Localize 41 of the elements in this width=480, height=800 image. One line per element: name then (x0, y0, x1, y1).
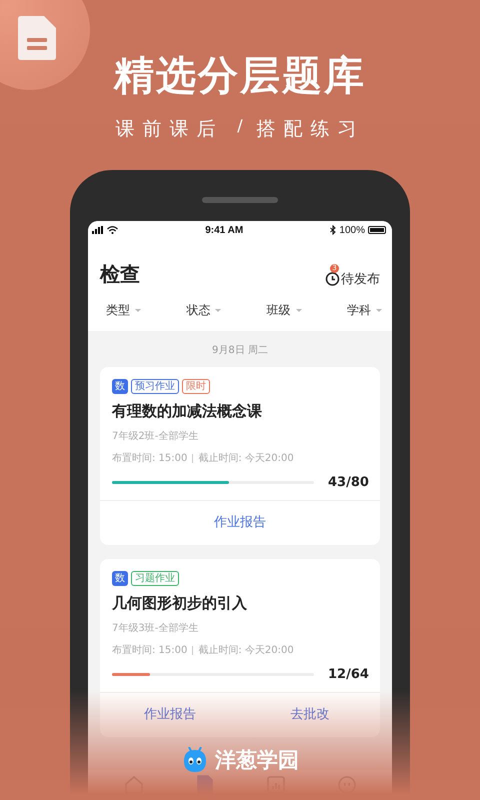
submission-count: 43/80 (328, 475, 368, 490)
caret-icon (135, 309, 141, 312)
brand-name: 洋葱学园 (215, 747, 299, 774)
filter-dropdown[interactable]: 学科 (346, 302, 382, 319)
type-tag: 限时 (182, 379, 210, 394)
promo-subtitle: 搭配练习 (256, 117, 365, 142)
battery-icon (368, 226, 386, 234)
document-icon (18, 16, 56, 60)
action-button[interactable]: 作业报告 (100, 501, 380, 545)
page-title: 检查 (100, 261, 140, 288)
date-label: 9月8日 周二 (211, 344, 269, 358)
signal-icon (92, 226, 104, 234)
deadline-time: 截止时间: 今天20:00 (198, 644, 294, 657)
status-time: 9:41 AM (205, 224, 244, 236)
wifi-icon (107, 226, 118, 234)
filter-dropdown[interactable]: 状态 (186, 302, 222, 319)
battery-percentage: 100% (339, 224, 365, 236)
subject-tag: 数 (112, 379, 128, 394)
promo-subtitle: 课前课后 (115, 117, 224, 142)
type-tag: 预习作业 (131, 379, 179, 394)
class-label: 7年级3班-全部学生 (112, 622, 200, 635)
subject-tag: 数 (112, 571, 128, 586)
assignment-title: 几何图形初步的引入 (112, 594, 248, 613)
promo-subtitle: / (237, 116, 243, 137)
caret-icon (376, 309, 382, 312)
action-button[interactable]: 去批改 (240, 693, 380, 737)
clock-icon (324, 271, 340, 286)
filter-dropdown[interactable]: 类型 (106, 302, 141, 319)
caret-icon (296, 309, 302, 312)
deadline-time: 截止时间: 今天20:00 (198, 452, 294, 465)
type-tag: 习题作业 (131, 571, 179, 586)
submission-count: 12/64 (328, 667, 368, 682)
action-button[interactable]: 作业报告 (100, 693, 240, 737)
caret-icon (215, 309, 222, 312)
assignment-title: 有理数的加减法概念课 (112, 402, 263, 421)
filter-dropdown[interactable]: 班级 (266, 302, 302, 319)
assigned-time: 布置时间: 15:00 (112, 452, 188, 465)
class-label: 7年级2班-全部学生 (112, 430, 200, 443)
assigned-time: 布置时间: 15:00 (112, 644, 188, 657)
bluetooth-icon (330, 225, 336, 235)
promo-title: 精选分层题库 (114, 52, 366, 100)
